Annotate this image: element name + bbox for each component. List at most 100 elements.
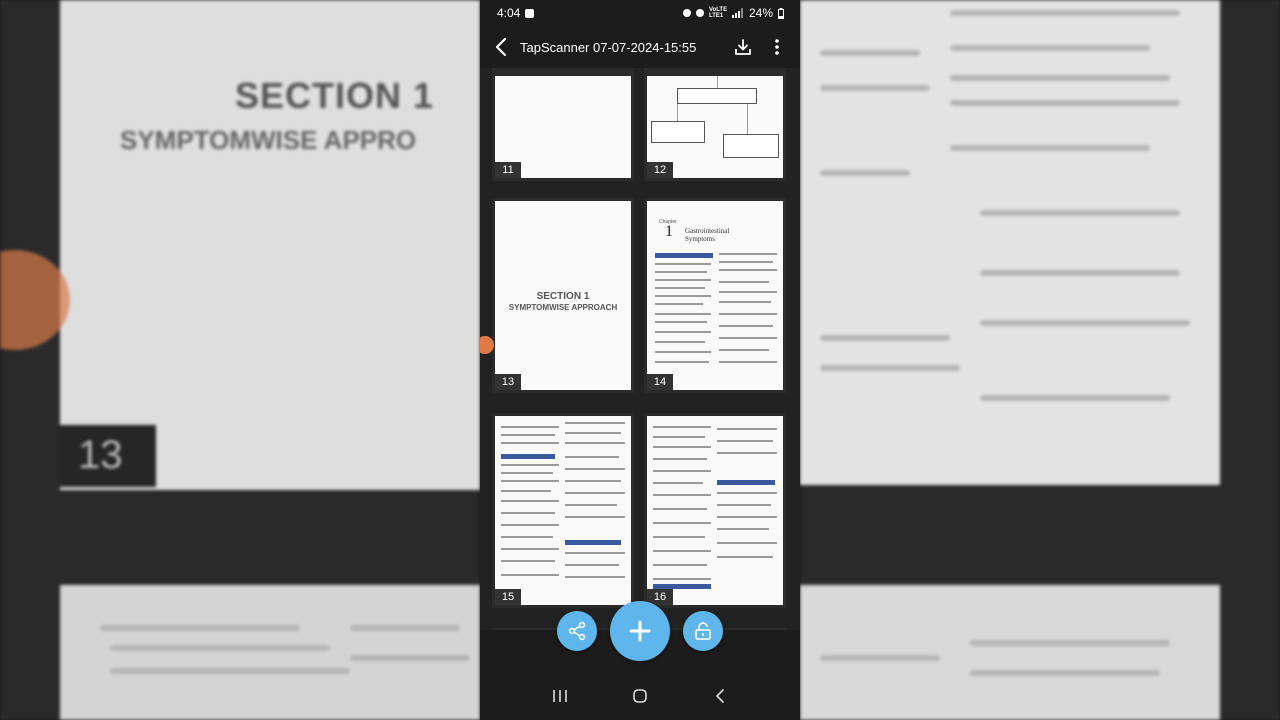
page-image: Chapter 1 Gastrointestinal Symptoms	[647, 201, 783, 390]
back-button[interactable]	[494, 34, 514, 60]
page-thumbnail[interactable]: 12	[644, 68, 786, 181]
background-line	[970, 640, 1170, 646]
text-block	[565, 422, 625, 424]
page-image	[647, 416, 783, 605]
app-toolbar: TapScanner 07-07-2024-15:55	[480, 26, 800, 68]
text-block	[565, 442, 625, 444]
background-line	[820, 85, 930, 91]
text-block	[655, 279, 711, 281]
text-block	[717, 428, 777, 430]
home-button[interactable]	[620, 681, 660, 711]
page-thumbnail[interactable]: Chapter 1 Gastrointestinal Symptoms 14	[644, 198, 786, 393]
page-thumbnail[interactable]: SECTION 1 SYMPTOMWISE APPROACH 13	[492, 198, 634, 393]
text-block	[501, 464, 559, 466]
text-block	[655, 253, 713, 258]
download-button[interactable]	[730, 34, 756, 60]
text-block	[655, 351, 711, 353]
text-block	[501, 548, 559, 550]
text-block	[717, 516, 777, 518]
page-thumbnail[interactable]: 11	[492, 68, 634, 181]
text-block	[655, 321, 707, 323]
background-page-lower	[800, 585, 1220, 720]
more-vert-icon	[775, 39, 779, 55]
text-block	[719, 253, 777, 255]
add-page-button[interactable]	[610, 601, 670, 661]
background-line	[980, 395, 1170, 401]
system-nav-bar	[480, 672, 800, 720]
notification-check-icon	[525, 8, 535, 18]
text-block	[653, 564, 707, 566]
text-block	[653, 494, 711, 496]
text-block	[655, 287, 705, 289]
section-heading: SECTION 1	[536, 291, 590, 302]
background-page-lower	[60, 585, 480, 720]
background-line	[950, 145, 1150, 151]
recents-icon	[553, 690, 567, 702]
text-block	[655, 313, 711, 315]
protect-button[interactable]	[683, 611, 723, 651]
recents-button[interactable]	[540, 681, 580, 711]
home-icon	[633, 689, 647, 703]
background-line	[100, 625, 300, 631]
background-line	[820, 365, 960, 371]
status-bar: 4:04 VoLTE LTE1 24%	[480, 0, 800, 26]
text-block	[501, 480, 559, 482]
chapter-number: 1	[665, 223, 673, 240]
text-block	[717, 440, 773, 442]
text-block	[719, 325, 773, 327]
text-block	[653, 458, 707, 460]
text-block	[719, 261, 773, 263]
diagram-box	[723, 134, 779, 158]
page-number: 11	[495, 162, 521, 178]
text-block	[565, 540, 621, 545]
text-block	[655, 295, 711, 297]
background-line	[970, 670, 1160, 676]
text-block	[501, 500, 559, 502]
background-heading: SECTION 1	[235, 75, 435, 116]
text-block	[653, 446, 711, 448]
share-button[interactable]	[557, 611, 597, 651]
text-block	[565, 564, 619, 566]
text-block	[653, 508, 707, 510]
background-right	[800, 0, 1280, 720]
background-line	[110, 668, 350, 674]
text-block	[501, 454, 555, 459]
document-title: TapScanner 07-07-2024-15:55	[520, 39, 697, 55]
diagram-line	[717, 76, 718, 88]
text-block	[565, 504, 617, 506]
download-icon	[735, 39, 751, 55]
background-line	[980, 210, 1180, 216]
text-block	[719, 349, 769, 351]
background-page	[800, 0, 1220, 485]
text-block	[719, 361, 777, 363]
text-block	[653, 470, 711, 472]
diagram-line	[677, 104, 678, 121]
text-block	[565, 432, 621, 434]
background-line	[820, 655, 940, 661]
text-block	[717, 452, 777, 454]
text-block	[501, 512, 555, 514]
page-thumbnail[interactable]: 16	[644, 413, 786, 608]
page-number: 12	[647, 162, 673, 178]
text-block	[653, 436, 705, 438]
text-block	[655, 341, 705, 343]
text-block	[653, 522, 711, 524]
text-block	[501, 490, 551, 492]
page-thumbnail[interactable]: 15	[492, 413, 634, 608]
text-block	[719, 269, 777, 271]
text-block	[717, 492, 777, 494]
share-icon	[568, 621, 586, 641]
more-options-button[interactable]	[764, 34, 790, 60]
alarm-icon	[682, 9, 691, 17]
text-block	[501, 472, 553, 474]
system-back-button[interactable]	[700, 681, 740, 711]
text-block	[501, 426, 559, 428]
text-block	[653, 482, 703, 484]
text-block	[717, 480, 775, 485]
text-block	[653, 550, 711, 552]
text-block	[501, 434, 555, 436]
text-block	[717, 528, 769, 530]
text-block	[719, 301, 771, 303]
text-block	[565, 576, 625, 578]
diagram-line	[747, 104, 748, 134]
